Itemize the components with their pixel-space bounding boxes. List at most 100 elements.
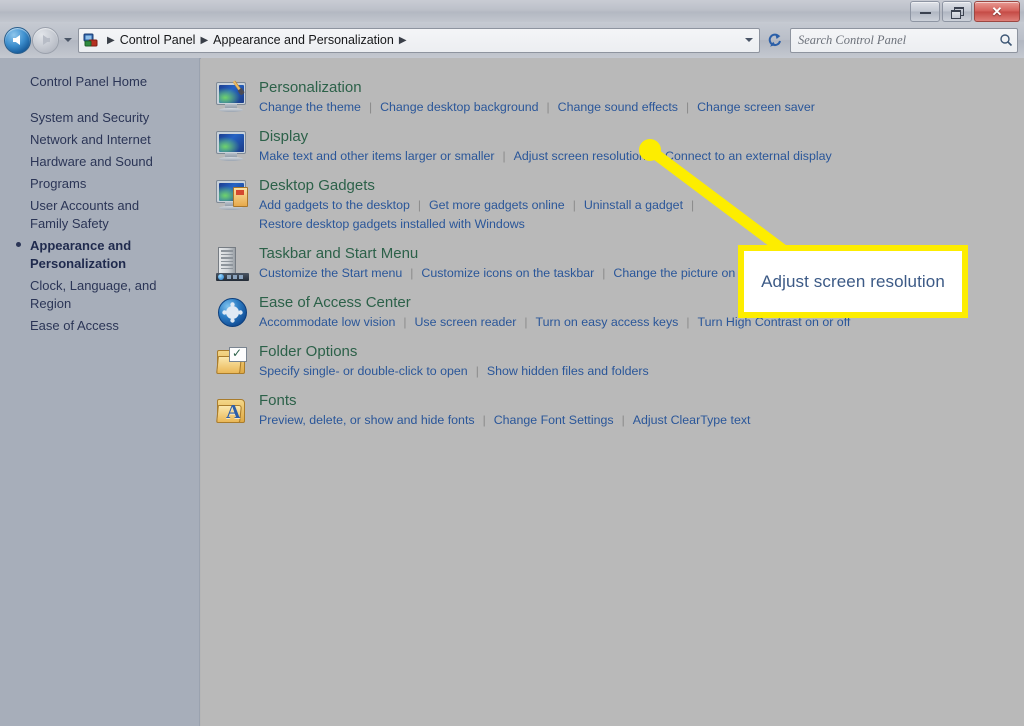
sidebar-item-label: User Accounts and Family Safety	[30, 198, 140, 231]
control-panel-icon	[83, 32, 99, 48]
link-change-the-theme[interactable]: Change the theme	[259, 98, 361, 117]
chevron-down-icon	[64, 38, 72, 42]
back-button[interactable]	[4, 26, 31, 54]
category-display: Display Make text and other items larger…	[201, 123, 1024, 166]
link-separator: |	[691, 198, 695, 212]
fonts-icon: A	[215, 393, 251, 429]
personalization-icon	[215, 80, 251, 116]
link-separator: |	[417, 198, 421, 212]
category-fonts: A Fonts Preview, delete, or show and hid…	[201, 387, 1024, 430]
link-separator: |	[685, 100, 690, 114]
link-change-sound-effects[interactable]: Change sound effects	[558, 98, 678, 117]
link-connect-to-an-external-display[interactable]: Connect to an external display	[665, 147, 832, 166]
link-adjust-screen-resolution[interactable]: Adjust screen resolution	[514, 147, 646, 166]
link-make-text-larger-or-smaller[interactable]: Make text and other items larger or smal…	[259, 147, 495, 166]
bullet-icon	[16, 242, 21, 247]
category-links-desktop-gadgets: Add gadgets to the desktop | Get more ga…	[259, 196, 702, 215]
callout-anchor-dot	[639, 139, 661, 161]
category-title-ease-of-access-center[interactable]: Ease of Access Center	[259, 293, 411, 312]
link-separator: |	[602, 266, 606, 280]
refresh-icon	[768, 33, 781, 47]
taskbar-start-menu-icon	[215, 246, 251, 282]
link-uninstall-a-gadget[interactable]: Uninstall a gadget	[584, 196, 683, 215]
sidebar-item-appearance-and-personalization[interactable]: Appearance and Personalization	[0, 235, 170, 275]
recent-pages-button[interactable]	[61, 38, 75, 42]
breadcrumb-separator-0: ▶	[107, 34, 115, 46]
category-title-fonts[interactable]: Fonts	[259, 391, 297, 410]
callout-box: Adjust screen resolution	[738, 245, 968, 318]
callout-label: Adjust screen resolution	[761, 271, 945, 291]
link-customize-icons-on-the-taskbar[interactable]: Customize icons on the taskbar	[421, 264, 594, 283]
link-separator: |	[572, 198, 576, 212]
search-box[interactable]: Search Control Panel	[790, 27, 1018, 53]
link-use-screen-reader[interactable]: Use screen reader	[414, 313, 516, 332]
navigation-toolbar: ▶ Control Panel ▶ Appearance and Persona…	[0, 22, 1024, 59]
forward-button[interactable]	[32, 26, 59, 54]
sidebar-item-clock-language-and-region[interactable]: Clock, Language, and Region	[0, 275, 199, 315]
category-title-folder-options[interactable]: Folder Options	[259, 342, 357, 361]
link-separator: |	[368, 100, 373, 114]
restore-icon	[951, 6, 964, 19]
sidebar: Control Panel Home System and Security N…	[0, 58, 200, 726]
link-add-gadgets-to-the-desktop[interactable]: Add gadgets to the desktop	[259, 196, 410, 215]
breadcrumb-separator-2: ▶	[398, 34, 407, 46]
sidebar-item-label: Appearance and Personalization	[30, 238, 132, 271]
category-title-desktop-gadgets[interactable]: Desktop Gadgets	[259, 176, 375, 195]
content-area: Personalization Change the theme | Chang…	[201, 58, 1024, 726]
minimize-icon	[919, 9, 931, 14]
minimize-button[interactable]	[910, 1, 940, 22]
desktop-gadgets-icon	[215, 178, 251, 214]
category-title-display[interactable]: Display	[259, 127, 308, 146]
link-separator: |	[546, 100, 550, 114]
close-button[interactable]: ✕	[974, 1, 1020, 22]
link-get-more-gadgets-online[interactable]: Get more gadgets online	[429, 196, 565, 215]
chevron-down-icon	[745, 38, 753, 42]
category-links-personalization: Change the theme | Change desktop backgr…	[259, 98, 815, 117]
close-icon: ✕	[991, 4, 1003, 19]
sidebar-item-ease-of-access[interactable]: Ease of Access	[0, 315, 199, 337]
refresh-button[interactable]	[762, 29, 786, 52]
link-accommodate-low-vision[interactable]: Accommodate low vision	[259, 313, 395, 332]
link-adjust-cleartype-text[interactable]: Adjust ClearType text	[633, 411, 751, 430]
arrow-right-icon	[43, 35, 50, 45]
sidebar-item-control-panel-home[interactable]: Control Panel Home	[0, 71, 199, 93]
breadcrumb-appearance-and-personalization[interactable]: Appearance and Personalization	[213, 33, 394, 47]
address-bar[interactable]: ▶ Control Panel ▶ Appearance and Persona…	[78, 27, 760, 53]
link-preview-delete-or-show-and-hide-fonts[interactable]: Preview, delete, or show and hide fonts	[259, 411, 475, 430]
link-separator: |	[482, 413, 486, 427]
category-personalization: Personalization Change the theme | Chang…	[201, 74, 1024, 117]
link-change-font-settings[interactable]: Change Font Settings	[494, 411, 614, 430]
category-title-taskbar-and-start-menu[interactable]: Taskbar and Start Menu	[259, 244, 418, 263]
sidebar-item-hardware-and-sound[interactable]: Hardware and Sound	[0, 151, 199, 173]
link-change-screen-saver[interactable]: Change screen saver	[697, 98, 815, 117]
link-separator: |	[403, 315, 407, 329]
category-links-desktop-gadgets-row2: Restore desktop gadgets installed with W…	[259, 215, 702, 234]
link-turn-on-easy-access-keys[interactable]: Turn on easy access keys	[536, 313, 679, 332]
sidebar-item-network-and-internet[interactable]: Network and Internet	[0, 129, 199, 151]
link-restore-desktop-gadgets[interactable]: Restore desktop gadgets installed with W…	[259, 215, 525, 234]
breadcrumb-separator-1: ▶	[200, 34, 209, 46]
link-separator: |	[621, 413, 625, 427]
category-links-taskbar-and-start-menu: Customize the Start menu | Customize ico…	[259, 264, 820, 283]
link-change-desktop-background[interactable]: Change desktop background	[380, 98, 538, 117]
display-icon	[215, 129, 251, 165]
search-icon	[1000, 34, 1013, 47]
breadcrumb-control-panel[interactable]: Control Panel	[120, 33, 196, 47]
category-links-fonts: Preview, delete, or show and hide fonts …	[259, 411, 750, 430]
link-separator: |	[524, 315, 528, 329]
sidebar-item-programs[interactable]: Programs	[0, 173, 199, 195]
ease-of-access-icon	[215, 295, 251, 331]
link-customize-the-start-menu[interactable]: Customize the Start menu	[259, 264, 402, 283]
category-links-display: Make text and other items larger or smal…	[259, 147, 832, 166]
window-title-bar: ✕	[0, 0, 1024, 23]
restore-button[interactable]	[942, 1, 972, 22]
address-history-button[interactable]	[741, 38, 757, 42]
category-title-personalization[interactable]: Personalization	[259, 78, 362, 97]
folder-options-icon	[215, 344, 251, 380]
link-show-hidden-files-and-folders[interactable]: Show hidden files and folders	[487, 362, 649, 381]
link-specify-single-or-double-click-to-open[interactable]: Specify single- or double-click to open	[259, 362, 468, 381]
link-separator: |	[410, 266, 414, 280]
sidebar-item-user-accounts-and-family-safety[interactable]: User Accounts and Family Safety	[0, 195, 185, 235]
search-input[interactable]: Search Control Panel	[798, 33, 999, 48]
sidebar-item-system-and-security[interactable]: System and Security	[0, 107, 199, 129]
